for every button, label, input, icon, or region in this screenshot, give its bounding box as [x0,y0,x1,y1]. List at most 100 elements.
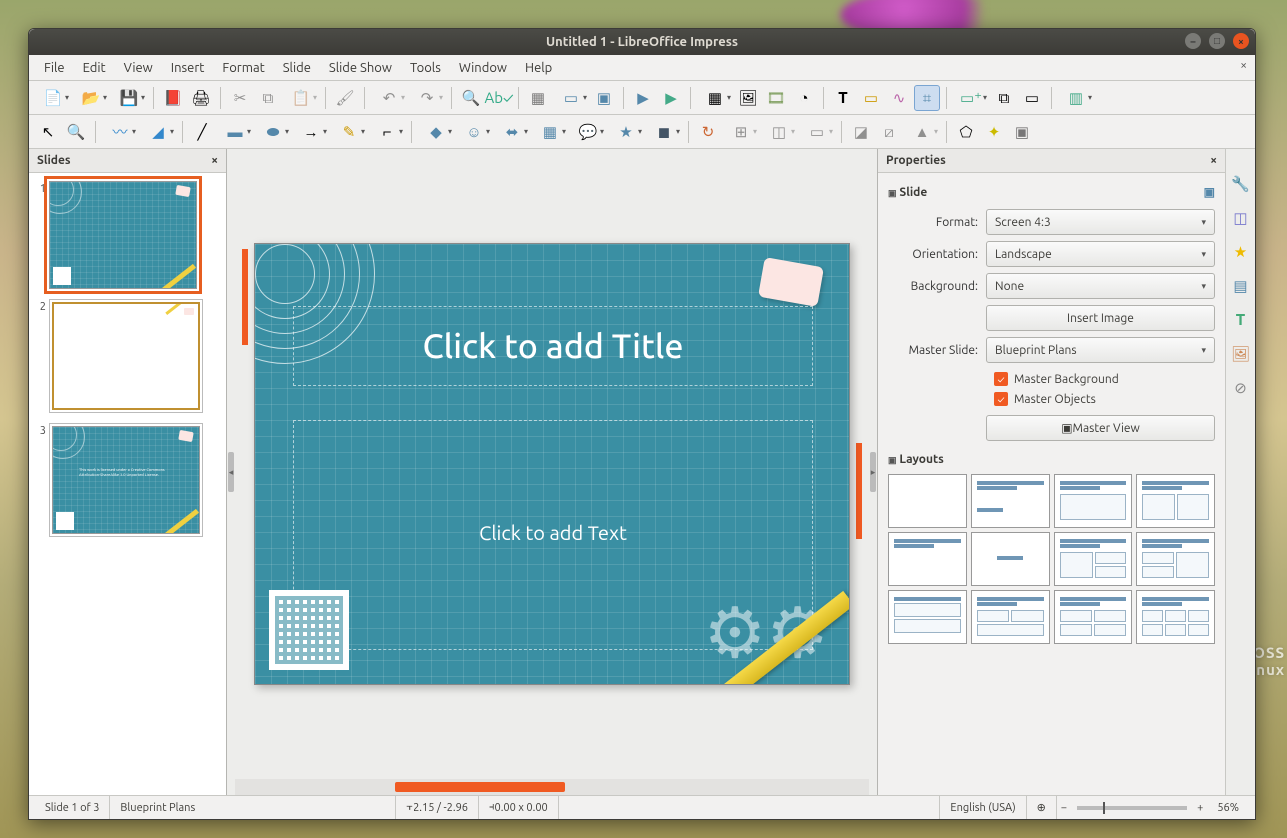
layout-six[interactable] [1136,590,1215,644]
textbox-button[interactable]: 𝐓 [830,85,856,111]
connector-tool-button[interactable]: ⌐ [369,119,405,145]
print-button[interactable]: 🖨 [188,85,214,111]
find-replace-button[interactable]: 🔍 [458,85,484,111]
redo-button[interactable]: ↷ [409,85,445,111]
zoom-tool-button[interactable]: 🔍 [63,119,89,145]
chart-button[interactable]: ◔ [791,85,817,111]
master-view-button[interactable]: ▣ Master View [986,415,1215,441]
arrange-button[interactable]: ◫ [761,119,797,145]
fit-slide-button[interactable]: ⊕ [1027,796,1057,819]
media-button[interactable]: 🎞 [763,85,789,111]
tab-properties-icon[interactable]: 🔧 [1230,173,1252,195]
title-placeholder[interactable]: Click to add Title [293,306,813,386]
new-slide-button[interactable]: ▭⁺ [953,85,989,111]
table-button[interactable]: ▦ [697,85,733,111]
display-views-button[interactable]: ▭ [553,85,589,111]
menu-tools[interactable]: Tools [401,57,450,79]
points-button[interactable]: ⬠ [953,119,979,145]
slide-layout-button[interactable]: ▥ [1058,85,1094,111]
basic-shapes-button[interactable]: ◆ [418,119,454,145]
master-slide-button[interactable]: ▣ [591,85,617,111]
copy-button[interactable]: ⧉ [255,85,281,111]
start-current-slide-button[interactable]: ▶ [658,85,684,111]
layout-title-content[interactable] [1054,474,1133,528]
tab-animation-icon[interactable]: ★ [1230,241,1252,263]
tab-gallery-icon[interactable]: 🖼 [1230,343,1252,365]
select-tool-button[interactable]: ↖ [35,119,61,145]
crop-button[interactable]: ⧄ [876,119,902,145]
menu-window[interactable]: Window [450,57,516,79]
zoom-in-button[interactable]: + [1193,802,1207,814]
arrow-tool-button[interactable]: → [293,119,329,145]
master-slide-dropdown[interactable]: Blueprint Plans [986,337,1215,363]
extrusion-button[interactable]: ▣ [1009,119,1035,145]
image-button[interactable]: 🖼 [735,85,761,111]
flowchart-button[interactable]: ▦ [532,119,568,145]
master-objects-checkbox[interactable]: ✓Master Objects [888,389,1215,409]
layout-quad[interactable] [1054,590,1133,644]
zoom-percent[interactable]: 56% [1207,796,1249,819]
layout-title-only[interactable] [888,532,967,586]
more-options-icon[interactable]: ▣ [1204,185,1215,199]
layout-two-content[interactable] [1136,474,1215,528]
orientation-dropdown[interactable]: Landscape [986,241,1215,267]
block-arrows-button[interactable]: ⬌ [494,119,530,145]
insert-image-button[interactable]: Insert Image [986,305,1215,331]
save-button[interactable]: 💾 [111,85,147,111]
menu-file[interactable]: File [35,57,74,79]
slide-canvas[interactable]: Click to add Title Click to add Text ⚙⚙ [254,243,850,685]
filter-button[interactable]: ▲ [904,119,940,145]
master-background-checkbox[interactable]: ✓Master Background [888,369,1215,389]
tab-slide-transition-icon[interactable]: ◫ [1230,207,1252,229]
grid-button[interactable]: ▦ [525,85,551,111]
menu-slide[interactable]: Slide [274,57,320,79]
layout-blank[interactable] [888,474,967,528]
stars-button[interactable]: ★ [608,119,644,145]
new-document-button[interactable]: 📄 [35,85,71,111]
line-tool-button[interactable]: ╱ [189,119,215,145]
zoom-out-button[interactable]: − [1057,796,1071,819]
zoom-slider[interactable] [1077,806,1187,810]
menu-insert[interactable]: Insert [162,57,214,79]
document-close-button[interactable]: × [1240,59,1247,72]
cut-button[interactable]: ✂ [227,85,253,111]
slides-list[interactable]: 1 2 3 This work is lice [29,173,226,795]
clone-formatting-button[interactable]: 🖌 [332,85,358,111]
layout-mirror[interactable] [1136,532,1215,586]
menu-help[interactable]: Help [516,57,561,79]
curve-tool-button[interactable]: ✎ [331,119,367,145]
align-button[interactable]: ⊞ [723,119,759,145]
slide-section-header[interactable]: ▣ Slide ▣ [888,179,1215,203]
export-pdf-button[interactable]: 📕 [160,85,186,111]
slides-panel-close-button[interactable]: × [211,154,218,167]
layouts-section-header[interactable]: ▣ Layouts [888,447,1215,470]
status-master-name[interactable]: Blueprint Plans [110,796,396,819]
start-first-slide-button[interactable]: ▶ [630,85,656,111]
background-dropdown[interactable]: None [986,273,1215,299]
window-minimize-button[interactable]: – [1185,33,1201,49]
ellipse-tool-button[interactable]: ⬬ [255,119,291,145]
splitter-left[interactable]: ◂ [227,149,235,795]
tab-styles-icon[interactable]: 𝐓 [1230,309,1252,331]
slide-thumb-3[interactable]: 3 This work is licensed under a Creative… [35,423,220,537]
format-dropdown[interactable]: Screen 4:3 [986,209,1215,235]
tab-master-slides-icon[interactable]: ▤ [1230,275,1252,297]
menu-slideshow[interactable]: Slide Show [320,57,401,79]
tab-navigator-icon[interactable]: ⊘ [1230,377,1252,399]
menu-view[interactable]: View [115,57,162,79]
layout-two-boxes[interactable] [1054,532,1133,586]
callouts-button[interactable]: 💬 [570,119,606,145]
3d-objects-button[interactable]: ◼ [646,119,682,145]
line-color-button[interactable]: 〰 [102,119,138,145]
shadow-button[interactable]: ◪ [848,119,874,145]
status-language[interactable]: English (USA) [940,796,1026,819]
rotate-button[interactable]: ↻ [695,119,721,145]
distribute-button[interactable]: ▭ [799,119,835,145]
rectangle-tool-button[interactable]: ▬ [217,119,253,145]
horizontal-scrollbar[interactable] [235,779,869,795]
undo-button[interactable]: ↶ [371,85,407,111]
vertical-text-button[interactable]: ▭ [858,85,884,111]
fontwork-button[interactable]: ∿ [886,85,912,111]
menu-format[interactable]: Format [213,57,273,79]
layout-four[interactable] [971,590,1050,644]
